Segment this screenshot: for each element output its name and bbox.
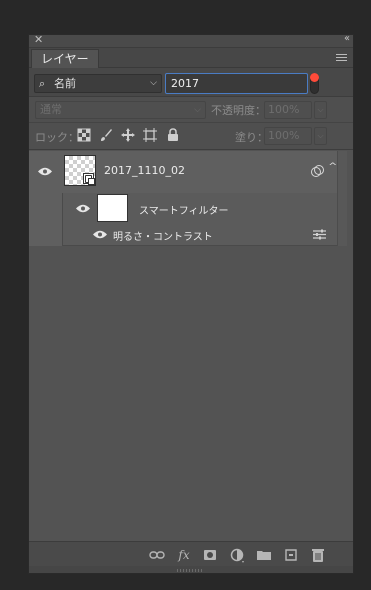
lock-all-icon[interactable]: [166, 128, 180, 142]
blending-options-icon[interactable]: [313, 229, 326, 240]
panel-menu-icon[interactable]: [336, 54, 347, 61]
lock-transparent-icon[interactable]: [77, 128, 91, 142]
fill-field[interactable]: 100%: [264, 127, 312, 145]
panel-bottom-toolbar: fx: [29, 541, 353, 566]
collapse-icon[interactable]: ‹‹: [344, 35, 350, 44]
smart-filter-mask-thumbnail: [97, 194, 128, 222]
fx-icon[interactable]: fx: [176, 547, 192, 563]
smart-object-badge-icon: [83, 173, 95, 185]
filter-search-input[interactable]: [165, 73, 308, 94]
fill-chevron-icon[interactable]: ⌵: [314, 127, 327, 145]
layer-name[interactable]: 2017_1110_02: [104, 164, 185, 177]
filter-kind-select[interactable]: ⌕ 名前 ⌵: [34, 74, 162, 93]
grip-icon: [177, 569, 203, 572]
smart-filter-icon[interactable]: [311, 165, 324, 178]
layers-panel: ✕ ‹‹ レイヤー ⌕ 名前 ⌵ 通常 ⌵ 不透明度： 100% ⌵ ロック：: [28, 34, 354, 574]
mask-icon[interactable]: [202, 547, 218, 563]
blend-mode-select[interactable]: 通常 ⌵: [35, 101, 206, 119]
folder-icon[interactable]: [256, 547, 272, 563]
lock-artboard-icon[interactable]: [143, 128, 157, 142]
chevron-down-icon: ⌵: [150, 78, 157, 88]
smart-filter-row[interactable]: スマートフィルター: [62, 193, 337, 223]
blend-row: 通常 ⌵ 不透明度： 100% ⌵: [29, 97, 353, 123]
close-icon[interactable]: ✕: [34, 35, 43, 46]
opacity-field[interactable]: 100%: [264, 101, 312, 119]
opacity-chevron-icon[interactable]: ⌵: [314, 101, 327, 119]
filter-on-indicator-icon: [310, 73, 319, 82]
eye-icon[interactable]: [93, 230, 107, 239]
chevron-down-icon: ⌵: [194, 105, 201, 115]
lock-move-icon[interactable]: [121, 128, 135, 142]
filter-name: 明るさ・コントラスト: [113, 232, 213, 243]
resize-grip[interactable]: [29, 566, 353, 573]
layer-indent-column: [29, 193, 62, 246]
panel-titlebar: ✕ ‹‹: [29, 35, 353, 48]
filter-row: ⌕ 名前 ⌵: [29, 68, 353, 97]
smart-filter-label: スマートフィルター: [139, 206, 229, 217]
blend-mode-value: 通常: [40, 103, 62, 116]
collapse-up-icon[interactable]: ^: [328, 162, 337, 172]
adjustment-icon[interactable]: [229, 547, 245, 563]
lock-brush-icon[interactable]: [99, 128, 113, 142]
lock-label: ロック：: [35, 131, 79, 144]
opacity-label: 不透明度：: [211, 104, 266, 117]
tab-layers[interactable]: レイヤー: [31, 49, 99, 68]
layer-row-smart-object[interactable]: 2017_1110_02: [29, 151, 337, 193]
new-layer-icon[interactable]: [283, 547, 299, 563]
scrollbar[interactable]: [337, 151, 347, 246]
filter-kind-label: 名前: [54, 77, 76, 90]
search-icon: ⌕: [39, 77, 46, 90]
layers-list: 2017_1110_02 ^ スマートフィルター 明るさ・コントラスト: [29, 151, 353, 541]
filter-toggle[interactable]: [310, 73, 319, 94]
panel-tabbar: レイヤー: [29, 48, 353, 68]
trash-icon[interactable]: [310, 547, 326, 563]
eye-icon[interactable]: [38, 167, 52, 176]
filter-row-brightness-contrast[interactable]: 明るさ・コントラスト: [62, 223, 337, 246]
eye-icon[interactable]: [76, 204, 90, 213]
lock-row: ロック： 塗り： 100% ⌵: [29, 123, 353, 150]
link-icon[interactable]: [149, 547, 165, 563]
